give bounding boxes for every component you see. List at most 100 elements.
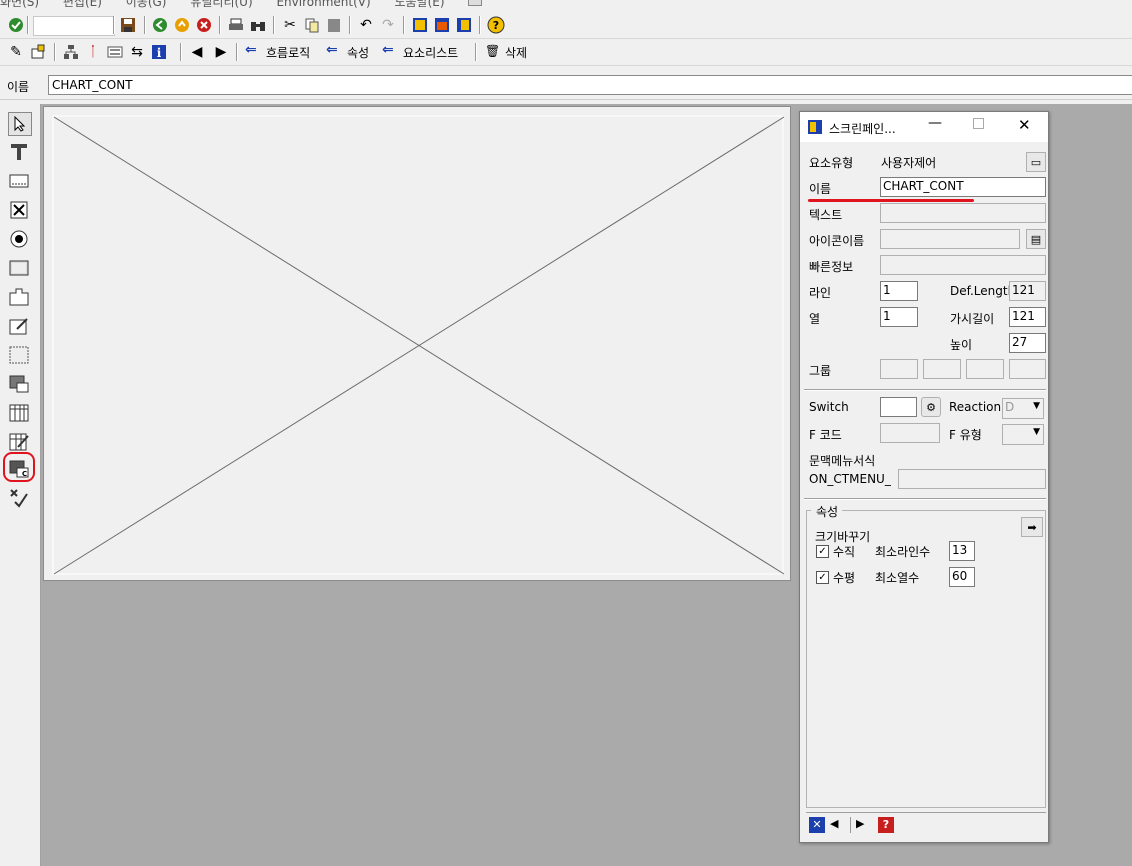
ftype-select[interactable]: ▼ (1002, 424, 1044, 445)
vertical-label: 수직 (833, 545, 856, 559)
cancel-icon[interactable] (195, 16, 213, 34)
name-attr-label: 이름 (809, 182, 832, 196)
min-cols-field[interactable]: 60 (949, 567, 975, 587)
name-attr-field[interactable]: CHART_CONT (880, 177, 1046, 197)
print-icon[interactable] (227, 16, 245, 34)
box-tool-icon[interactable] (8, 344, 30, 366)
icon-name-field[interactable] (880, 229, 1020, 249)
element-list-button[interactable]: 요소리스트 (403, 44, 458, 61)
text-tool-icon[interactable] (8, 141, 30, 163)
status-icon-tool-icon[interactable] (8, 487, 30, 509)
marker-icon[interactable]: ᛙ (84, 43, 102, 61)
help-window-icon[interactable]: ? (878, 817, 894, 833)
switch-field[interactable] (880, 397, 917, 417)
group-field-1[interactable] (880, 359, 918, 379)
table-wizard-icon[interactable] (8, 431, 30, 453)
info-icon[interactable]: i (150, 43, 168, 61)
context-menu-prefix: ON_CTMENU_ (809, 472, 891, 486)
group-field-4[interactable] (1009, 359, 1046, 379)
icon-name-label: 아이콘이름 (809, 234, 865, 248)
window-titlebar[interactable]: 스크린페인... — ✕ (800, 112, 1048, 142)
window-icon[interactable] (455, 16, 473, 34)
custom-control-area[interactable] (44, 107, 790, 580)
reaction-dropdown-icon[interactable]: ▼ (1033, 401, 1040, 411)
nav-icon[interactable]: ⇆ (128, 43, 146, 61)
layout-icon[interactable] (411, 16, 429, 34)
element-type-label: 요소유형 (809, 156, 854, 170)
text-field[interactable] (880, 203, 1046, 223)
menu-extra-icon[interactable] (468, 0, 483, 6)
next-icon[interactable]: ▶ (212, 43, 230, 61)
find-icon[interactable] (249, 16, 267, 34)
pushbutton-tool-icon[interactable] (8, 257, 30, 279)
flow-logic-button[interactable]: 흐름로직 (266, 44, 310, 61)
def-length-field[interactable]: 121 (1009, 281, 1046, 301)
context-menu-field[interactable] (898, 469, 1046, 489)
ftype-dropdown-icon[interactable]: ▼ (1033, 427, 1040, 437)
edit-pen-icon[interactable]: ✎ (7, 43, 25, 61)
group-field-2[interactable] (923, 359, 961, 379)
undo-icon[interactable]: ↶ (357, 16, 375, 34)
paste-icon[interactable] (325, 16, 343, 34)
visible-length-field[interactable]: 121 (1009, 307, 1046, 327)
checkbox-tool-icon[interactable] (8, 199, 30, 221)
pointer-tool-icon[interactable] (8, 112, 32, 136)
save-icon[interactable] (119, 16, 137, 34)
command-field[interactable] (33, 16, 115, 36)
icon-list-button[interactable]: ▤ (1026, 229, 1046, 249)
screen-icon[interactable] (433, 16, 451, 34)
horizontal-checkbox[interactable]: ✓ (816, 571, 829, 584)
input-field-tool-icon[interactable] (8, 170, 30, 192)
element-palette: C (0, 104, 41, 866)
height-label: 높이 (950, 338, 973, 352)
close-icon[interactable]: ✕ (1018, 116, 1031, 134)
redo-icon[interactable]: ↷ (379, 16, 397, 34)
min-lines-field[interactable]: 13 (949, 541, 975, 561)
fcode-field[interactable] (880, 423, 940, 443)
tabstrip-tool-icon[interactable] (8, 286, 30, 308)
maximize-icon[interactable] (973, 118, 984, 129)
height-field[interactable]: 27 (1009, 333, 1046, 353)
help-icon[interactable]: ? (487, 16, 505, 34)
switch-settings-button[interactable]: ⚙ (921, 397, 941, 417)
radio-button-tool-icon[interactable] (8, 228, 30, 250)
group-field-3[interactable] (966, 359, 1004, 379)
exit-icon[interactable] (173, 16, 191, 34)
screen-canvas[interactable] (43, 106, 791, 581)
quickinfo-field[interactable] (880, 255, 1046, 275)
back-icon[interactable] (151, 16, 169, 34)
table-control-tool-icon[interactable] (8, 402, 30, 424)
trash-icon[interactable]: 🗑 (485, 44, 500, 58)
hierarchy-icon[interactable] (62, 43, 80, 61)
flow-logic-arrow-icon: ⇐ (245, 42, 257, 58)
delete-button[interactable]: 삭제 (505, 44, 527, 61)
visible-length-label: 가시길이 (950, 312, 995, 326)
attributes-detail-arrow-icon[interactable]: ➡ (1021, 517, 1043, 537)
form-icon[interactable] (106, 43, 124, 61)
name-field[interactable]: CHART_CONT (48, 75, 1132, 95)
menu-edit[interactable]: 편집(E) (63, 0, 102, 9)
previous-element-icon[interactable]: ◀ (830, 817, 838, 830)
menu-environment[interactable]: Environment(V) (276, 0, 370, 9)
menu-screen[interactable]: 화면(S) (0, 0, 39, 9)
element-type-button[interactable]: ▭ (1026, 152, 1046, 172)
reaction-select[interactable]: D ▼ (1002, 398, 1044, 419)
cut-icon[interactable]: ✂ (281, 16, 299, 34)
element-type-value: 사용자제어 (881, 156, 937, 170)
subscreen-tool-icon[interactable] (8, 373, 30, 395)
attributes-button[interactable]: 속성 (347, 44, 369, 61)
enter-icon[interactable] (7, 16, 25, 34)
minimize-icon[interactable]: — (928, 115, 942, 131)
copy-icon[interactable] (303, 16, 321, 34)
menu-goto[interactable]: 이동(G) (126, 0, 167, 9)
prev-icon[interactable]: ◀ (188, 43, 206, 61)
toggle-icon[interactable] (29, 43, 47, 61)
close-window-icon[interactable]: ✕ (809, 817, 825, 833)
next-element-icon[interactable]: ▶ (856, 817, 864, 830)
menu-help[interactable]: 도움말(E) (395, 0, 445, 9)
menu-utilities[interactable]: 유틸리티(U) (190, 0, 252, 9)
column-field[interactable]: 1 (880, 307, 918, 327)
vertical-checkbox[interactable]: ✓ (816, 545, 829, 558)
line-field[interactable]: 1 (880, 281, 918, 301)
tabstrip-wizard-icon[interactable] (8, 315, 30, 337)
